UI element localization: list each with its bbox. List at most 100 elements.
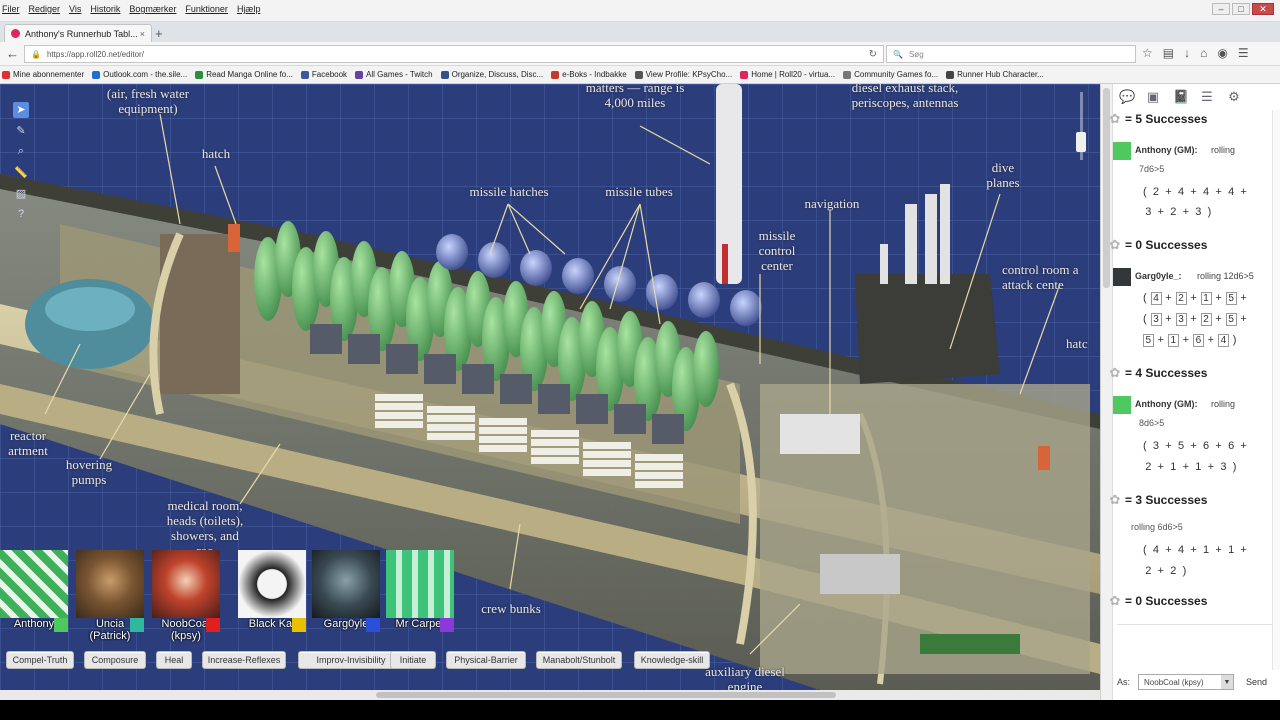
- macro-button[interactable]: Initiate: [390, 651, 436, 669]
- avatar[interactable]: [76, 550, 144, 618]
- player-card[interactable]: Garg0yle: [312, 550, 382, 634]
- paren: ): [1229, 334, 1237, 346]
- draw-pen-icon[interactable]: ✎: [13, 123, 29, 139]
- avatar[interactable]: [0, 550, 68, 618]
- avatar[interactable]: [238, 550, 306, 618]
- avatar[interactable]: [386, 550, 454, 618]
- plus-sign: +: [1161, 440, 1176, 452]
- bookmark-item[interactable]: e-Boks - Indbakke: [551, 70, 627, 79]
- label-navigation: navigation: [804, 196, 860, 211]
- macro-button[interactable]: Improv-Invisibility: [298, 651, 404, 669]
- zoom-magnifier-icon[interactable]: ⌕: [13, 144, 29, 160]
- menu-hjaelp[interactable]: Hjælp: [237, 4, 261, 14]
- macro-button[interactable]: Composure: [84, 651, 146, 669]
- player-card[interactable]: Black Kat: [238, 550, 308, 634]
- bookmark-item[interactable]: View Profile: KPsyCho...: [634, 70, 732, 79]
- bookmark-item[interactable]: Runner Hub Character...: [946, 70, 1044, 79]
- zoom-handle[interactable]: [1076, 132, 1086, 152]
- plus-sign: +: [1154, 206, 1169, 218]
- chat-tab-icon[interactable]: 💬: [1119, 89, 1135, 105]
- chat-scrollbar[interactable]: [1272, 110, 1280, 670]
- library-icon[interactable]: ▤: [1163, 46, 1174, 60]
- die-value: 5: [1177, 440, 1185, 452]
- help-icon[interactable]: ?: [13, 206, 29, 222]
- bookmark-item[interactable]: Home | Roll20 - virtua...: [740, 70, 835, 79]
- fog-of-war-icon[interactable]: ▨: [13, 185, 29, 201]
- settings-gear-icon[interactable]: ⚙: [1227, 89, 1241, 105]
- bookmark-item[interactable]: Facebook: [300, 70, 347, 79]
- horizontal-scrollbar[interactable]: [0, 690, 1100, 700]
- minimize-button[interactable]: –: [1212, 3, 1230, 15]
- scrollbar-thumb[interactable]: [376, 692, 836, 698]
- die-value: 3: [1195, 206, 1202, 218]
- macro-button[interactable]: Manabolt/Stunbolt: [536, 651, 622, 669]
- new-tab-button[interactable]: +: [155, 26, 163, 41]
- menu-historik[interactable]: Historik: [90, 4, 120, 14]
- zoom-slider[interactable]: [1076, 92, 1086, 160]
- bookmark-item[interactable]: Read Manga Online fo...: [195, 70, 293, 79]
- macro-button[interactable]: Increase-Reflexes: [202, 651, 286, 669]
- jukebox-list-tab-icon[interactable]: ☰: [1200, 89, 1214, 105]
- speaking-as-select[interactable]: NoobCoal (kpsy) ▼: [1138, 674, 1235, 690]
- bookmark-item[interactable]: Organize, Discuss, Disc...: [440, 70, 543, 79]
- bookmark-item[interactable]: Mine abonnementer: [2, 70, 84, 79]
- player-card[interactable]: Uncia (Patrick): [76, 550, 146, 642]
- avatar[interactable]: [312, 550, 380, 618]
- menu-vis[interactable]: Vis: [69, 4, 81, 14]
- back-arrow-icon[interactable]: ←: [6, 46, 19, 61]
- download-icon[interactable]: ↓: [1184, 46, 1190, 60]
- plus-sign: +: [1211, 440, 1226, 452]
- avatar[interactable]: [152, 550, 220, 618]
- select-pointer-icon[interactable]: ➤: [13, 102, 29, 118]
- bookmark-item[interactable]: Community Games fo...: [843, 70, 938, 79]
- die-value: 2: [1145, 461, 1152, 473]
- macro-button[interactable]: Heal: [156, 651, 192, 669]
- menu-bogmaerker[interactable]: Bogmærker: [129, 4, 176, 14]
- address-bar[interactable]: 🔒 https://app.roll20.net/editor/ ↻: [24, 45, 884, 63]
- player-color-swatch[interactable]: [206, 618, 220, 632]
- macro-button[interactable]: Compel-Truth: [6, 651, 74, 669]
- menu-filer[interactable]: Filer: [2, 4, 20, 14]
- die-value: 2: [1200, 313, 1212, 326]
- measure-ruler-icon[interactable]: 📏: [13, 164, 29, 180]
- maximize-button[interactable]: □: [1232, 3, 1250, 15]
- plus-sign: +: [1161, 544, 1176, 556]
- chat-input-area[interactable]: [1117, 624, 1273, 664]
- player-card[interactable]: NoobCoal (kpsy): [152, 550, 222, 642]
- player-color-swatch[interactable]: [292, 618, 306, 632]
- home-icon[interactable]: ⌂: [1200, 46, 1207, 60]
- chat-icon[interactable]: ◉: [1217, 46, 1227, 60]
- macro-button[interactable]: Physical-Barrier: [446, 651, 526, 669]
- bookmark-item[interactable]: Outlook.com - the.sile...: [92, 70, 187, 79]
- message-text: rolling 12d6>5: [1197, 271, 1254, 281]
- menu-rediger[interactable]: Rediger: [29, 4, 61, 14]
- player-card[interactable]: Anthony: [0, 550, 70, 634]
- crew-bunk: [583, 442, 631, 449]
- close-window-button[interactable]: ✕: [1252, 3, 1274, 15]
- art-library-tab-icon[interactable]: ▣: [1146, 89, 1160, 105]
- chat-sidebar: 💬 ▣ 📓 ☰ ⚙ ✿ = 5 Successes Anthony (GM): …: [1100, 84, 1280, 700]
- roll-expression: 7d6>5: [1139, 164, 1165, 174]
- die-value: 1: [1203, 544, 1210, 556]
- tab-close-icon[interactable]: ×: [140, 29, 145, 39]
- missile-hatch: [562, 258, 594, 294]
- menu-funktioner[interactable]: Funktioner: [185, 4, 228, 14]
- browser-tab[interactable]: Anthony's Runnerhub Tabl... ×: [4, 24, 152, 42]
- die-value: 4: [1177, 186, 1185, 198]
- player-color-swatch[interactable]: [54, 618, 68, 632]
- search-icon: 🔍: [893, 49, 903, 59]
- missile-hatch: [646, 274, 678, 310]
- macro-button[interactable]: Knowledge-skill: [634, 651, 710, 669]
- star-icon[interactable]: ☆: [1142, 46, 1153, 60]
- hamburger-menu-icon[interactable]: ☰: [1238, 46, 1249, 60]
- search-box[interactable]: 🔍 Søg: [886, 45, 1136, 63]
- journal-tab-icon[interactable]: 📓: [1173, 89, 1189, 105]
- player-color-swatch[interactable]: [366, 618, 380, 632]
- send-button[interactable]: Send: [1246, 677, 1267, 687]
- reload-icon[interactable]: ↻: [869, 49, 877, 60]
- bookmark-label: Mine abonnementer: [13, 70, 85, 79]
- bookmark-item[interactable]: All Games - Twitch: [355, 70, 433, 79]
- player-card[interactable]: Mr Carpet: [386, 550, 456, 634]
- player-color-swatch[interactable]: [440, 618, 454, 632]
- player-color-swatch[interactable]: [130, 618, 144, 632]
